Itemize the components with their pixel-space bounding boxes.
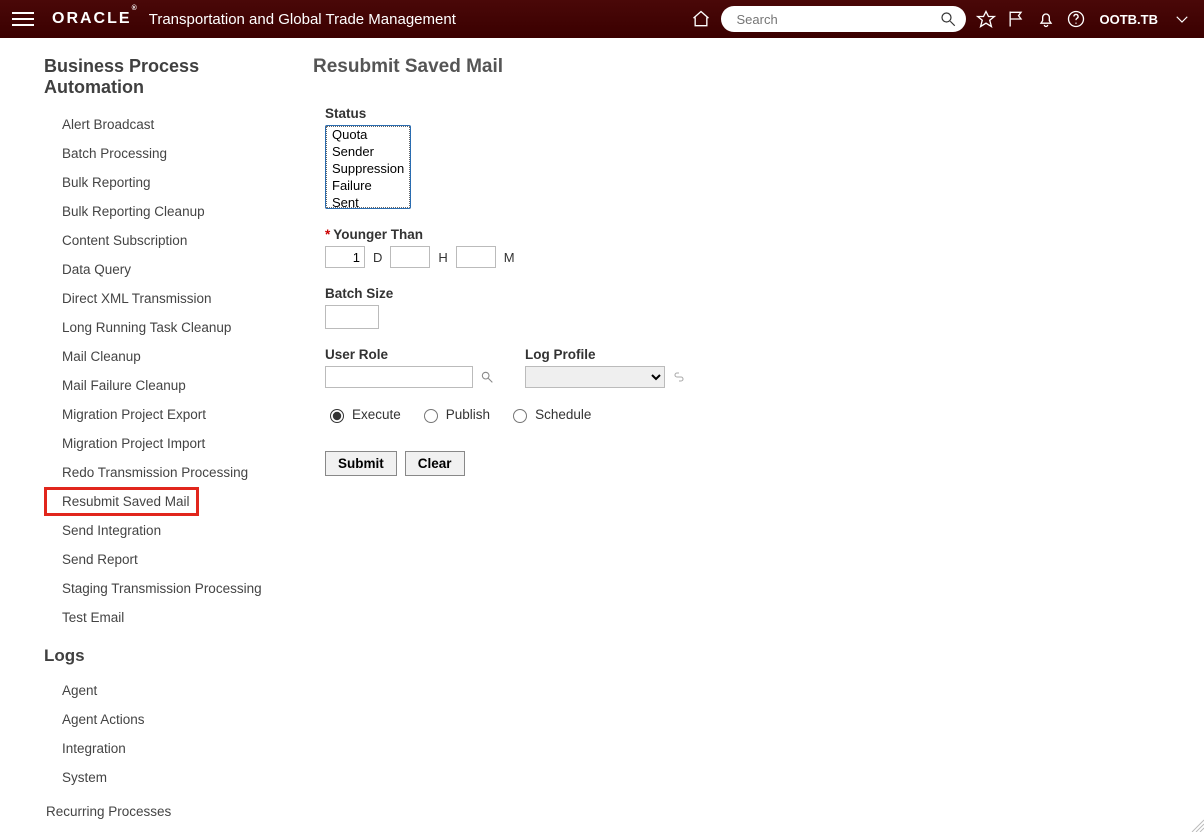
sidebar-item[interactable]: Migration Project Import (44, 429, 295, 458)
oracle-logo: ORACLE® (52, 10, 139, 28)
link-icon[interactable] (669, 367, 689, 387)
batch-size-label: Batch Size (325, 286, 1184, 301)
status-label: Status (325, 106, 1184, 121)
sidebar-section-bpa: Business Process Automation (44, 56, 295, 98)
younger-than-label: *Younger Than (325, 227, 1184, 242)
sidebar-item[interactable]: Bulk Reporting Cleanup (44, 197, 295, 226)
user-role-input[interactable] (325, 366, 473, 388)
lookup-icon[interactable] (477, 367, 497, 387)
status-select[interactable]: QuotaSenderSuppressionFailureSent (325, 125, 411, 209)
sidebar-item[interactable]: Alert Broadcast (44, 110, 295, 139)
radio-schedule[interactable]: Schedule (508, 406, 591, 423)
sidebar-item[interactable]: System (44, 763, 295, 792)
user-role-label: User Role (325, 347, 497, 362)
sidebar-item-recurring[interactable]: Recurring Processes (44, 792, 295, 819)
chevron-down-icon[interactable] (1172, 9, 1192, 29)
search-input-wrap (721, 6, 966, 32)
resize-handle-icon (1188, 816, 1204, 832)
flag-icon[interactable] (1006, 9, 1026, 29)
sidebar-item[interactable]: Mail Failure Cleanup (44, 371, 295, 400)
younger-than-h-input[interactable] (390, 246, 430, 268)
sidebar-item[interactable]: Bulk Reporting (44, 168, 295, 197)
log-profile-select[interactable] (525, 366, 665, 388)
sidebar-item[interactable]: Direct XML Transmission (44, 284, 295, 313)
sidebar-item[interactable]: Send Report (44, 545, 295, 574)
sidebar-item[interactable]: Mail Cleanup (44, 342, 295, 371)
app-title: Transportation and Global Trade Manageme… (149, 11, 456, 28)
menu-icon[interactable] (12, 8, 34, 30)
sidebar-item[interactable]: Integration (44, 734, 295, 763)
sidebar-item[interactable]: Agent (44, 676, 295, 705)
top-bar: ORACLE® Transportation and Global Trade … (0, 0, 1204, 38)
sidebar-item[interactable]: Batch Processing (44, 139, 295, 168)
log-profile-label: Log Profile (525, 347, 689, 362)
sidebar-section-logs: Logs (44, 646, 295, 666)
sidebar-item[interactable]: Data Query (44, 255, 295, 284)
sidebar-item[interactable]: Migration Project Export (44, 400, 295, 429)
sidebar-item[interactable]: Content Subscription (44, 226, 295, 255)
star-icon[interactable] (976, 9, 996, 29)
clear-button[interactable]: Clear (405, 451, 465, 476)
sidebar-item[interactable]: Staging Transmission Processing (44, 574, 295, 603)
help-icon[interactable] (1066, 9, 1086, 29)
unit-d: D (369, 250, 386, 265)
sidebar-item[interactable]: Agent Actions (44, 705, 295, 734)
bell-icon[interactable] (1036, 9, 1056, 29)
unit-m: M (500, 250, 519, 265)
submit-button[interactable]: Submit (325, 451, 397, 476)
sidebar-item[interactable]: Redo Transmission Processing (44, 458, 295, 487)
sidebar-item[interactable]: Test Email (44, 603, 295, 632)
batch-size-input[interactable] (325, 305, 379, 329)
home-icon[interactable] (691, 9, 711, 29)
younger-than-m-input[interactable] (456, 246, 496, 268)
sidebar: Business Process Automation Alert Broadc… (0, 38, 295, 839)
radio-publish[interactable]: Publish (419, 406, 490, 423)
user-label[interactable]: OOTB.TB (1100, 12, 1159, 27)
search-icon[interactable] (938, 9, 958, 29)
search-input[interactable] (735, 11, 938, 28)
page-title: Resubmit Saved Mail (313, 56, 1184, 78)
main-content: Resubmit Saved Mail Status QuotaSenderSu… (295, 38, 1204, 839)
younger-than-d-input[interactable] (325, 246, 365, 268)
radio-execute[interactable]: Execute (325, 406, 401, 423)
sidebar-item[interactable]: Send Integration (44, 516, 295, 545)
sidebar-item[interactable]: Long Running Task Cleanup (44, 313, 295, 342)
sidebar-item[interactable]: Resubmit Saved Mail (44, 487, 199, 516)
unit-h: H (434, 250, 451, 265)
